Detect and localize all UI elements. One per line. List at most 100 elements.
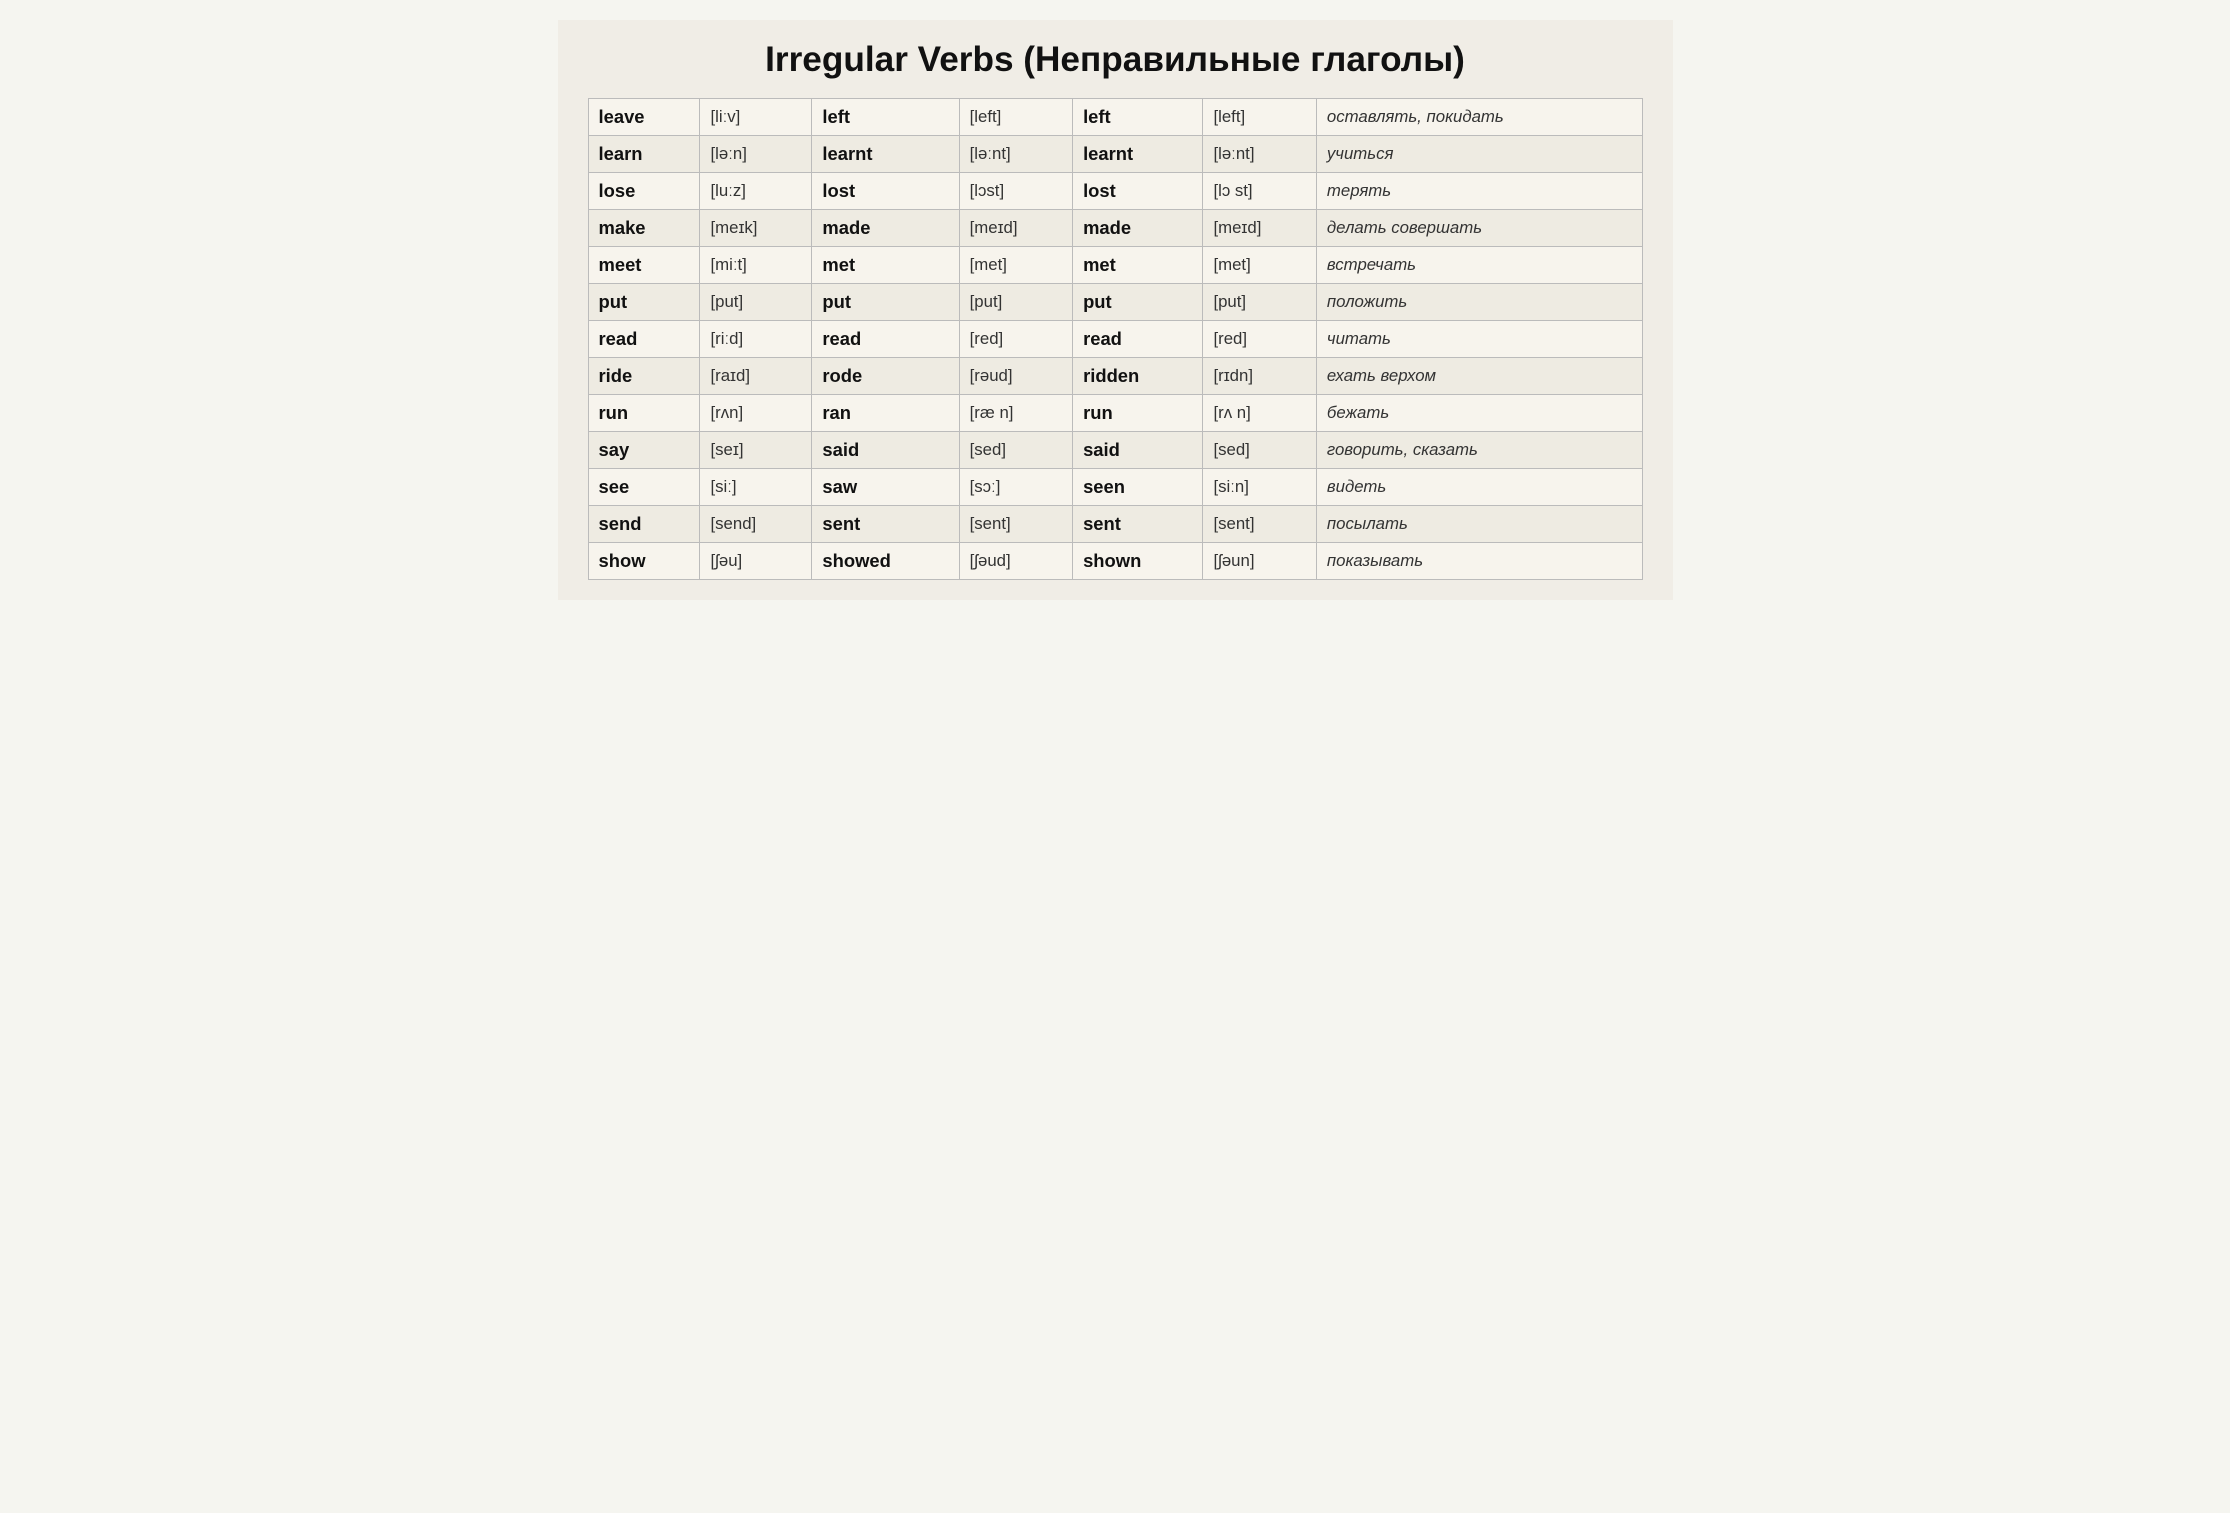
base-phonetic: [seɪ] <box>700 432 812 469</box>
past-phonetic: [red] <box>959 321 1072 358</box>
pp-phonetic: [rɪdn] <box>1203 358 1316 395</box>
past-phonetic: [sɔː] <box>959 469 1072 506</box>
pp-word: shown <box>1073 543 1203 580</box>
base-phonetic: [miːt] <box>700 247 812 284</box>
base-word: make <box>588 210 700 247</box>
table-row: lose [luːz] lost [lɔst] lost [lɔ st] тер… <box>588 173 1642 210</box>
table-row: make [meɪk] made [meɪd] made [meɪd] дела… <box>588 210 1642 247</box>
past-phonetic: [ʃəud] <box>959 543 1072 580</box>
table-row: run [rʌn] ran [ræ n] run [rʌ n] бежать <box>588 395 1642 432</box>
pp-phonetic: [siːn] <box>1203 469 1316 506</box>
table-row: send [send] sent [sent] sent [sent] посы… <box>588 506 1642 543</box>
translation: ехать верхом <box>1316 358 1642 395</box>
base-word: put <box>588 284 700 321</box>
past-word: sent <box>812 506 959 543</box>
pp-word: said <box>1073 432 1203 469</box>
translation: делать совершать <box>1316 210 1642 247</box>
pp-phonetic: [lɔ st] <box>1203 173 1316 210</box>
past-word: met <box>812 247 959 284</box>
pp-word: lost <box>1073 173 1203 210</box>
translation: положить <box>1316 284 1642 321</box>
past-phonetic: [meɪd] <box>959 210 1072 247</box>
past-word: read <box>812 321 959 358</box>
pp-phonetic: [put] <box>1203 284 1316 321</box>
base-word: learn <box>588 136 700 173</box>
base-word: read <box>588 321 700 358</box>
page-container: Irregular Verbs (Неправильные глаголы) l… <box>558 20 1673 600</box>
base-phonetic: [rʌn] <box>700 395 812 432</box>
pp-word: made <box>1073 210 1203 247</box>
pp-phonetic: [left] <box>1203 99 1316 136</box>
translation: читать <box>1316 321 1642 358</box>
base-word: say <box>588 432 700 469</box>
translation: говорить, сказать <box>1316 432 1642 469</box>
pp-word: ridden <box>1073 358 1203 395</box>
translation: посылать <box>1316 506 1642 543</box>
pp-phonetic: [met] <box>1203 247 1316 284</box>
base-word: ride <box>588 358 700 395</box>
past-phonetic: [sed] <box>959 432 1072 469</box>
past-phonetic: [put] <box>959 284 1072 321</box>
base-phonetic: [raɪd] <box>700 358 812 395</box>
past-word: saw <box>812 469 959 506</box>
pp-phonetic: [rʌ n] <box>1203 395 1316 432</box>
past-word: lost <box>812 173 959 210</box>
base-word: show <box>588 543 700 580</box>
translation: терять <box>1316 173 1642 210</box>
past-phonetic: [sent] <box>959 506 1072 543</box>
base-phonetic: [siː] <box>700 469 812 506</box>
pp-word: seen <box>1073 469 1203 506</box>
pp-word: learnt <box>1073 136 1203 173</box>
pp-phonetic: [sed] <box>1203 432 1316 469</box>
table-row: meet [miːt] met [met] met [met] встречат… <box>588 247 1642 284</box>
translation: учиться <box>1316 136 1642 173</box>
pp-phonetic: [ʃəun] <box>1203 543 1316 580</box>
pp-phonetic: [sent] <box>1203 506 1316 543</box>
table-row: put [put] put [put] put [put] положить <box>588 284 1642 321</box>
pp-word: put <box>1073 284 1203 321</box>
table-row: say [seɪ] said [sed] said [sed] говорить… <box>588 432 1642 469</box>
base-phonetic: [ləːn] <box>700 136 812 173</box>
past-word: showed <box>812 543 959 580</box>
translation: бежать <box>1316 395 1642 432</box>
table-row: read [riːd] read [red] read [red] читать <box>588 321 1642 358</box>
base-phonetic: [luːz] <box>700 173 812 210</box>
verbs-table: leave [liːv] left [left] left [left] ост… <box>588 98 1643 580</box>
pp-word: left <box>1073 99 1203 136</box>
translation: видеть <box>1316 469 1642 506</box>
base-word: leave <box>588 99 700 136</box>
base-phonetic: [riːd] <box>700 321 812 358</box>
pp-word: run <box>1073 395 1203 432</box>
pp-phonetic: [red] <box>1203 321 1316 358</box>
translation: встречать <box>1316 247 1642 284</box>
pp-word: read <box>1073 321 1203 358</box>
pp-phonetic: [meɪd] <box>1203 210 1316 247</box>
base-phonetic: [ʃəu] <box>700 543 812 580</box>
table-row: show [ʃəu] showed [ʃəud] shown [ʃəun] по… <box>588 543 1642 580</box>
past-word: put <box>812 284 959 321</box>
past-phonetic: [met] <box>959 247 1072 284</box>
base-phonetic: [send] <box>700 506 812 543</box>
base-word: run <box>588 395 700 432</box>
table-row: see [siː] saw [sɔː] seen [siːn] видеть <box>588 469 1642 506</box>
past-phonetic: [ləːnt] <box>959 136 1072 173</box>
past-phonetic: [left] <box>959 99 1072 136</box>
past-word: ran <box>812 395 959 432</box>
past-word: said <box>812 432 959 469</box>
past-phonetic: [ræ n] <box>959 395 1072 432</box>
translation: оставлять, покидать <box>1316 99 1642 136</box>
base-word: send <box>588 506 700 543</box>
base-phonetic: [put] <box>700 284 812 321</box>
base-word: see <box>588 469 700 506</box>
past-phonetic: [rəud] <box>959 358 1072 395</box>
base-word: meet <box>588 247 700 284</box>
base-phonetic: [liːv] <box>700 99 812 136</box>
base-word: lose <box>588 173 700 210</box>
past-phonetic: [lɔst] <box>959 173 1072 210</box>
table-row: leave [liːv] left [left] left [left] ост… <box>588 99 1642 136</box>
table-row: ride [raɪd] rode [rəud] ridden [rɪdn] ех… <box>588 358 1642 395</box>
table-row: learn [ləːn] learnt [ləːnt] learnt [ləːn… <box>588 136 1642 173</box>
page-title: Irregular Verbs (Неправильные глаголы) <box>588 40 1643 80</box>
pp-word: sent <box>1073 506 1203 543</box>
pp-phonetic: [ləːnt] <box>1203 136 1316 173</box>
